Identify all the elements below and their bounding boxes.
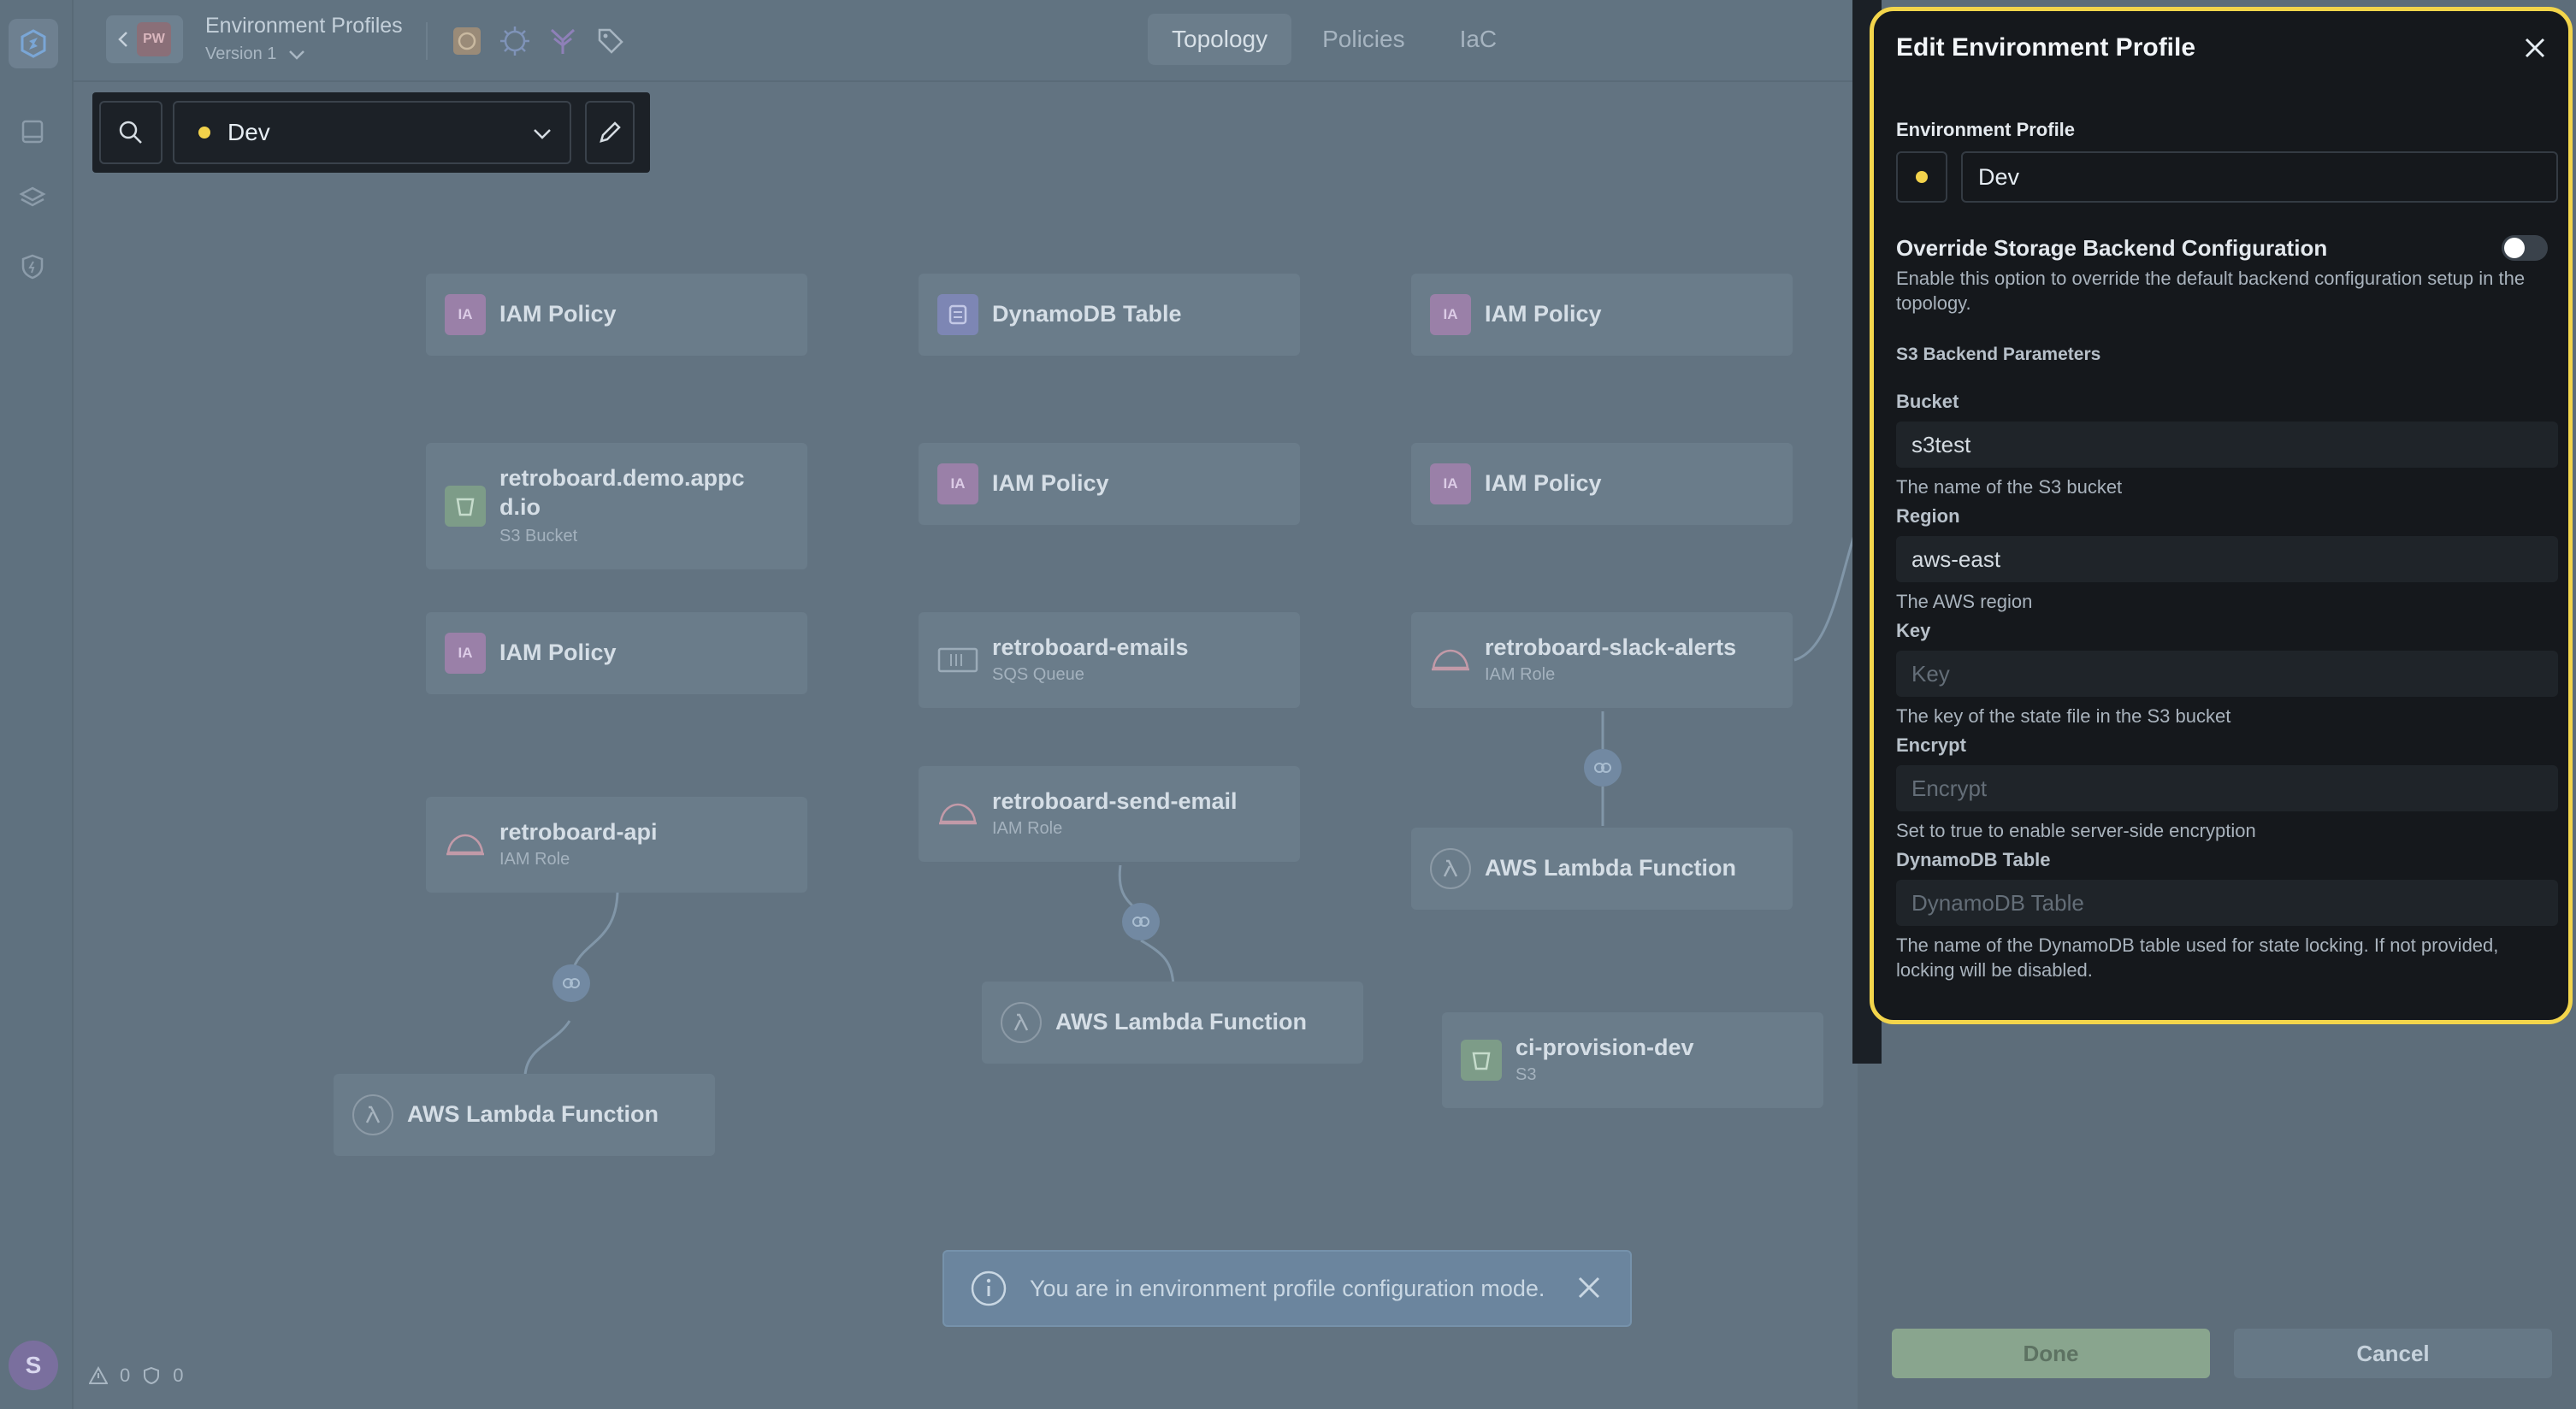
iam-policy-icon: IA (445, 633, 486, 674)
environment-profile-input[interactable]: Dev (1961, 151, 2558, 203)
node-title: IAM Policy (1485, 301, 1602, 327)
encrypt-input[interactable]: Encrypt (1896, 765, 2558, 811)
node-iam-policy[interactable]: IA IAM Policy (1411, 274, 1793, 356)
environment-profile-label: Environment Profile (1896, 119, 2076, 140)
encrypt-label: Encrypt (1896, 734, 1966, 756)
config-mode-banner: You are in environment profile configura… (942, 1250, 1632, 1327)
node-lambda-function[interactable]: AWS Lambda Function (1411, 828, 1793, 910)
lambda-icon (1001, 1002, 1042, 1043)
done-button[interactable]: Done (1892, 1329, 2210, 1378)
iam-policy-icon: IA (445, 294, 486, 335)
node-subtitle: IAM Role (1485, 665, 1556, 684)
iam-policy-icon: IA (937, 463, 978, 504)
node-title-continued: d.io (499, 494, 541, 520)
override-help: Enable this option to override the defau… (1896, 268, 2526, 314)
node-iam-policy[interactable]: IA IAM Policy (919, 443, 1300, 525)
override-label: Override Storage Backend Configuration (1896, 235, 2328, 261)
encrypt-help: Set to true to enable server-side encryp… (1896, 820, 2256, 841)
node-title: IAM Policy (1485, 470, 1602, 496)
dynamodb-table-input[interactable]: DynamoDB Table (1896, 880, 2558, 926)
node-sqs-queue[interactable]: retroboard-emails SQS Queue (919, 612, 1300, 708)
node-iam-role[interactable]: retroboard-api IAM Role (426, 797, 807, 893)
error-shield-icon[interactable] (142, 1366, 161, 1385)
bucket-label: Bucket (1896, 391, 1959, 412)
dynamodb-table-label: DynamoDB Table (1896, 849, 2051, 870)
region-input[interactable]: aws-east (1896, 536, 2558, 582)
section-label: S3 Backend Parameters (1896, 345, 2101, 364)
node-lambda-function[interactable]: AWS Lambda Function (334, 1074, 715, 1156)
node-subtitle: S3 (1515, 1065, 1537, 1084)
iam-policy-icon: IA (1430, 463, 1471, 504)
iam-policy-icon: IA (1430, 294, 1471, 335)
dynamodb-icon (937, 294, 978, 335)
warning-count: 0 (120, 1365, 131, 1386)
close-icon[interactable] (2522, 35, 2548, 61)
node-title: DynamoDB Table (992, 301, 1182, 327)
node-title: ci-provision-dev (1515, 1035, 1694, 1060)
node-iam-policy[interactable]: IA IAM Policy (426, 612, 807, 694)
close-icon[interactable] (1574, 1272, 1604, 1303)
node-subtitle: IAM Role (992, 819, 1063, 838)
node-title: retroboard-emails (992, 634, 1189, 660)
sqs-queue-icon (937, 640, 978, 681)
dynamodb-table-help: The name of the DynamoDB table used for … (1896, 934, 2499, 981)
key-input[interactable]: Key (1896, 651, 2558, 697)
node-title: retroboard-slack-alerts (1485, 634, 1737, 660)
link-icon (1594, 763, 1611, 773)
link-icon (563, 978, 580, 988)
node-iam-policy[interactable]: IA IAM Policy (1411, 443, 1793, 525)
key-label: Key (1896, 620, 1931, 641)
node-title: IAM Policy (992, 470, 1109, 496)
region-label: Region (1896, 505, 1960, 527)
node-dynamodb-table[interactable]: DynamoDB Table (919, 274, 1300, 356)
node-iam-role[interactable]: retroboard-send-email IAM Role (919, 766, 1300, 862)
error-count: 0 (173, 1365, 184, 1386)
bucket-input[interactable]: s3test (1896, 422, 2558, 468)
node-subtitle: IAM Role (499, 850, 570, 869)
s3-bucket-icon (1461, 1040, 1502, 1081)
cancel-button[interactable]: Cancel (2234, 1329, 2552, 1378)
lambda-icon (352, 1094, 393, 1135)
bucket-help: The name of the S3 bucket (1896, 476, 2123, 498)
node-s3-bucket[interactable]: retroboard.demo.appc d.io S3 Bucket (426, 443, 807, 569)
edit-environment-panel: Edit Environment Profile Environment Pro… (1870, 7, 2573, 1024)
node-title: AWS Lambda Function (1055, 1009, 1307, 1035)
warning-icon[interactable] (89, 1366, 108, 1385)
node-title: retroboard-send-email (992, 788, 1238, 814)
region-help: The AWS region (1896, 591, 2033, 612)
node-title: retroboard.demo.appc (499, 465, 745, 491)
iam-role-icon (937, 793, 978, 834)
iam-role-icon (1430, 640, 1471, 681)
node-title: retroboard-api (499, 819, 658, 845)
node-subtitle: S3 Bucket (499, 527, 578, 545)
banner-text: You are in environment profile configura… (1030, 1275, 1545, 1301)
node-lambda-function[interactable]: AWS Lambda Function (982, 982, 1363, 1064)
status-bar: 0 0 (89, 1365, 184, 1387)
link-connector[interactable] (552, 964, 590, 1002)
info-icon (971, 1270, 1007, 1306)
panel-title: Edit Environment Profile (1896, 33, 2196, 62)
node-title: AWS Lambda Function (1485, 855, 1736, 881)
lambda-icon (1430, 848, 1471, 889)
node-iam-policy[interactable]: IA IAM Policy (426, 274, 807, 356)
link-connector[interactable] (1122, 903, 1160, 940)
node-iam-role[interactable]: retroboard-slack-alerts IAM Role (1411, 612, 1793, 708)
node-title: AWS Lambda Function (407, 1101, 659, 1127)
env-color-dot (1916, 171, 1928, 183)
env-color-picker[interactable] (1896, 151, 1947, 203)
link-connector[interactable] (1584, 749, 1622, 787)
node-s3-bucket[interactable]: ci-provision-dev S3 (1442, 1012, 1823, 1108)
key-help: The key of the state file in the S3 buck… (1896, 705, 2231, 727)
s3-bucket-icon (445, 486, 486, 527)
override-toggle[interactable] (2502, 235, 2548, 261)
node-title: IAM Policy (499, 301, 617, 327)
node-subtitle: SQS Queue (992, 665, 1084, 684)
link-icon (1132, 917, 1149, 927)
iam-role-icon (445, 824, 486, 865)
node-title: IAM Policy (499, 640, 617, 665)
